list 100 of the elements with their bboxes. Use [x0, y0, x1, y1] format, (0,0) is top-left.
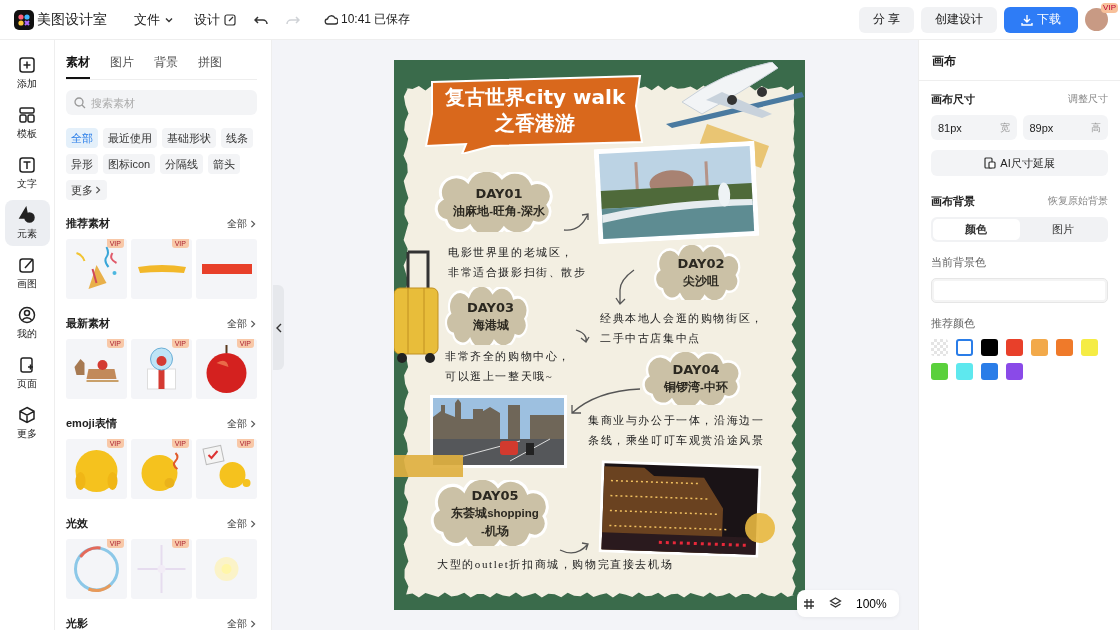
arrow-drawing: [562, 210, 592, 234]
sidebar-item[interactable]: 我的: [4, 300, 50, 346]
note-text: 经典本地人会逛的购物街区， 二手中古店集中点: [600, 311, 764, 346]
chevron-left-icon: [275, 322, 282, 333]
search-icon: [74, 97, 86, 109]
see-all-link[interactable]: 全部: [227, 316, 257, 331]
filter-chip[interactable]: 箭头: [208, 154, 241, 174]
layers-icon[interactable]: [829, 597, 842, 610]
edit-icon: [224, 13, 236, 26]
section-label: 画布尺寸: [931, 92, 975, 107]
filter-chip[interactable]: 分隔线: [160, 154, 204, 174]
ai-extend-button[interactable]: AI尺寸延展: [931, 150, 1108, 176]
color-swatch[interactable]: [956, 339, 973, 356]
panel-tab[interactable]: 背景: [154, 50, 178, 79]
vip-badge: VIP: [1101, 3, 1118, 13]
panel-tab[interactable]: 素材: [66, 50, 90, 79]
action-button[interactable]: 创建设计: [921, 6, 997, 33]
see-all-link[interactable]: 全部: [227, 516, 257, 531]
sidebar-item[interactable]: 更多: [4, 400, 50, 446]
place-label: 海港城: [472, 317, 509, 333]
section-title: 光效: [66, 516, 88, 531]
color-swatch[interactable]: [981, 339, 998, 356]
tape-strip: [394, 455, 463, 477]
filter-chip[interactable]: 最近使用: [103, 128, 157, 148]
section-title: 推荐素材: [66, 216, 110, 231]
cloud-icon: [324, 13, 338, 26]
sidebar-item[interactable]: 页面: [4, 350, 50, 396]
section-title: 光影: [66, 616, 88, 630]
menu-button[interactable]: 文件: [132, 8, 176, 31]
place-label: 东荟城shopping -机场: [451, 505, 539, 539]
color-swatch[interactable]: [1006, 339, 1023, 356]
cube-icon: [18, 405, 36, 424]
filter-chip[interactable]: 图标icon: [103, 154, 156, 174]
section-title: 最新素材: [66, 316, 110, 331]
sidebar-item[interactable]: 添加: [4, 50, 50, 96]
color-swatch[interactable]: [981, 363, 998, 380]
search-field[interactable]: 搜索素材: [66, 90, 257, 115]
day-label: DAY02: [677, 255, 725, 272]
filter-chip[interactable]: 异形: [66, 154, 98, 174]
field-label: 推荐颜色: [931, 317, 976, 331]
sidebar-item[interactable]: 画图: [4, 250, 50, 296]
grid-icon[interactable]: [803, 597, 815, 610]
day-label: DAY03: [466, 298, 515, 316]
sidebar-item[interactable]: 模板: [4, 100, 50, 146]
action-button[interactable]: 分 享: [858, 6, 914, 33]
asset-tile[interactable]: [196, 539, 257, 599]
sticker-dot: [745, 513, 775, 543]
avatar[interactable]: [1085, 8, 1108, 31]
color-field[interactable]: [931, 278, 1108, 303]
section-title: emoji表情: [66, 416, 117, 431]
color-swatch[interactable]: [956, 363, 973, 380]
note-text: 电影世界里的老城区， 非常适合摄影扫街、散步: [448, 245, 587, 280]
poster-title: 复古世界city walk 之香港游: [443, 84, 627, 136]
day-label: DAY01: [475, 184, 523, 202]
text-icon: [18, 155, 36, 174]
app-name: 美图设计室: [37, 10, 107, 29]
segment-tab[interactable]: 图片: [1019, 219, 1106, 240]
filter-chip[interactable]: 全部: [66, 128, 98, 148]
section-label: 画布背景: [931, 194, 975, 209]
resize-link[interactable]: 调整尺寸: [1068, 93, 1108, 106]
note-text: 集商业与办公于一体，沿海边一 条线，乘坐叮叮车观赏沿途风景: [588, 413, 765, 448]
panel-title: 画布: [919, 40, 1120, 81]
shapes-icon: [18, 205, 36, 224]
day-label: DAY05: [471, 486, 519, 504]
color-swatch[interactable]: [931, 339, 948, 356]
sidebar-item[interactable]: 元素: [4, 200, 50, 246]
color-swatch[interactable]: [1031, 339, 1048, 356]
download-icon: [1021, 13, 1033, 26]
menu-button[interactable]: 设计: [192, 8, 238, 31]
place-label: 油麻地-旺角-深水: [453, 203, 545, 219]
color-swatch[interactable]: [931, 363, 948, 380]
note-text: 非常齐全的购物中心， 可以逛上一整天哦~: [445, 349, 571, 384]
note-text: 大型的outlet折扣商城，购物完直接去机场: [437, 557, 674, 572]
see-all-link[interactable]: 全部: [227, 616, 257, 630]
color-swatch[interactable]: [1006, 363, 1023, 380]
panel-tab[interactable]: 图片: [110, 50, 134, 79]
see-all-link[interactable]: 全部: [227, 216, 257, 231]
color-swatch[interactable]: [1056, 339, 1073, 356]
see-all-link[interactable]: 全部: [227, 416, 257, 431]
download-button[interactable]: 下载: [1004, 6, 1078, 33]
color-swatch[interactable]: [1081, 339, 1098, 356]
panel-tab[interactable]: 拼图: [198, 50, 222, 79]
layout-icon: [18, 105, 36, 124]
collapse-handle[interactable]: [273, 285, 284, 370]
segment-tab[interactable]: 颜色: [933, 219, 1020, 240]
user-icon: [18, 305, 36, 324]
place-label: 铜锣湾-中环: [664, 379, 728, 395]
unit-label: 宽: [999, 121, 1010, 135]
logo-icon: [14, 9, 34, 30]
filter-chip[interactable]: 基础形状: [162, 128, 216, 148]
filter-chip[interactable]: 线条: [221, 128, 253, 148]
resize-icon: [984, 157, 997, 169]
zoom-level[interactable]: 100%: [856, 596, 887, 611]
sidebar-item[interactable]: 文字: [4, 150, 50, 196]
arrow-drawing: [574, 328, 590, 344]
asset-tile[interactable]: [196, 239, 257, 299]
field-label: 当前背景色: [931, 256, 987, 270]
reset-link[interactable]: 恢复原始背景: [1048, 195, 1108, 208]
pen-icon: [18, 255, 36, 274]
filter-chip[interactable]: 更多: [66, 180, 107, 200]
